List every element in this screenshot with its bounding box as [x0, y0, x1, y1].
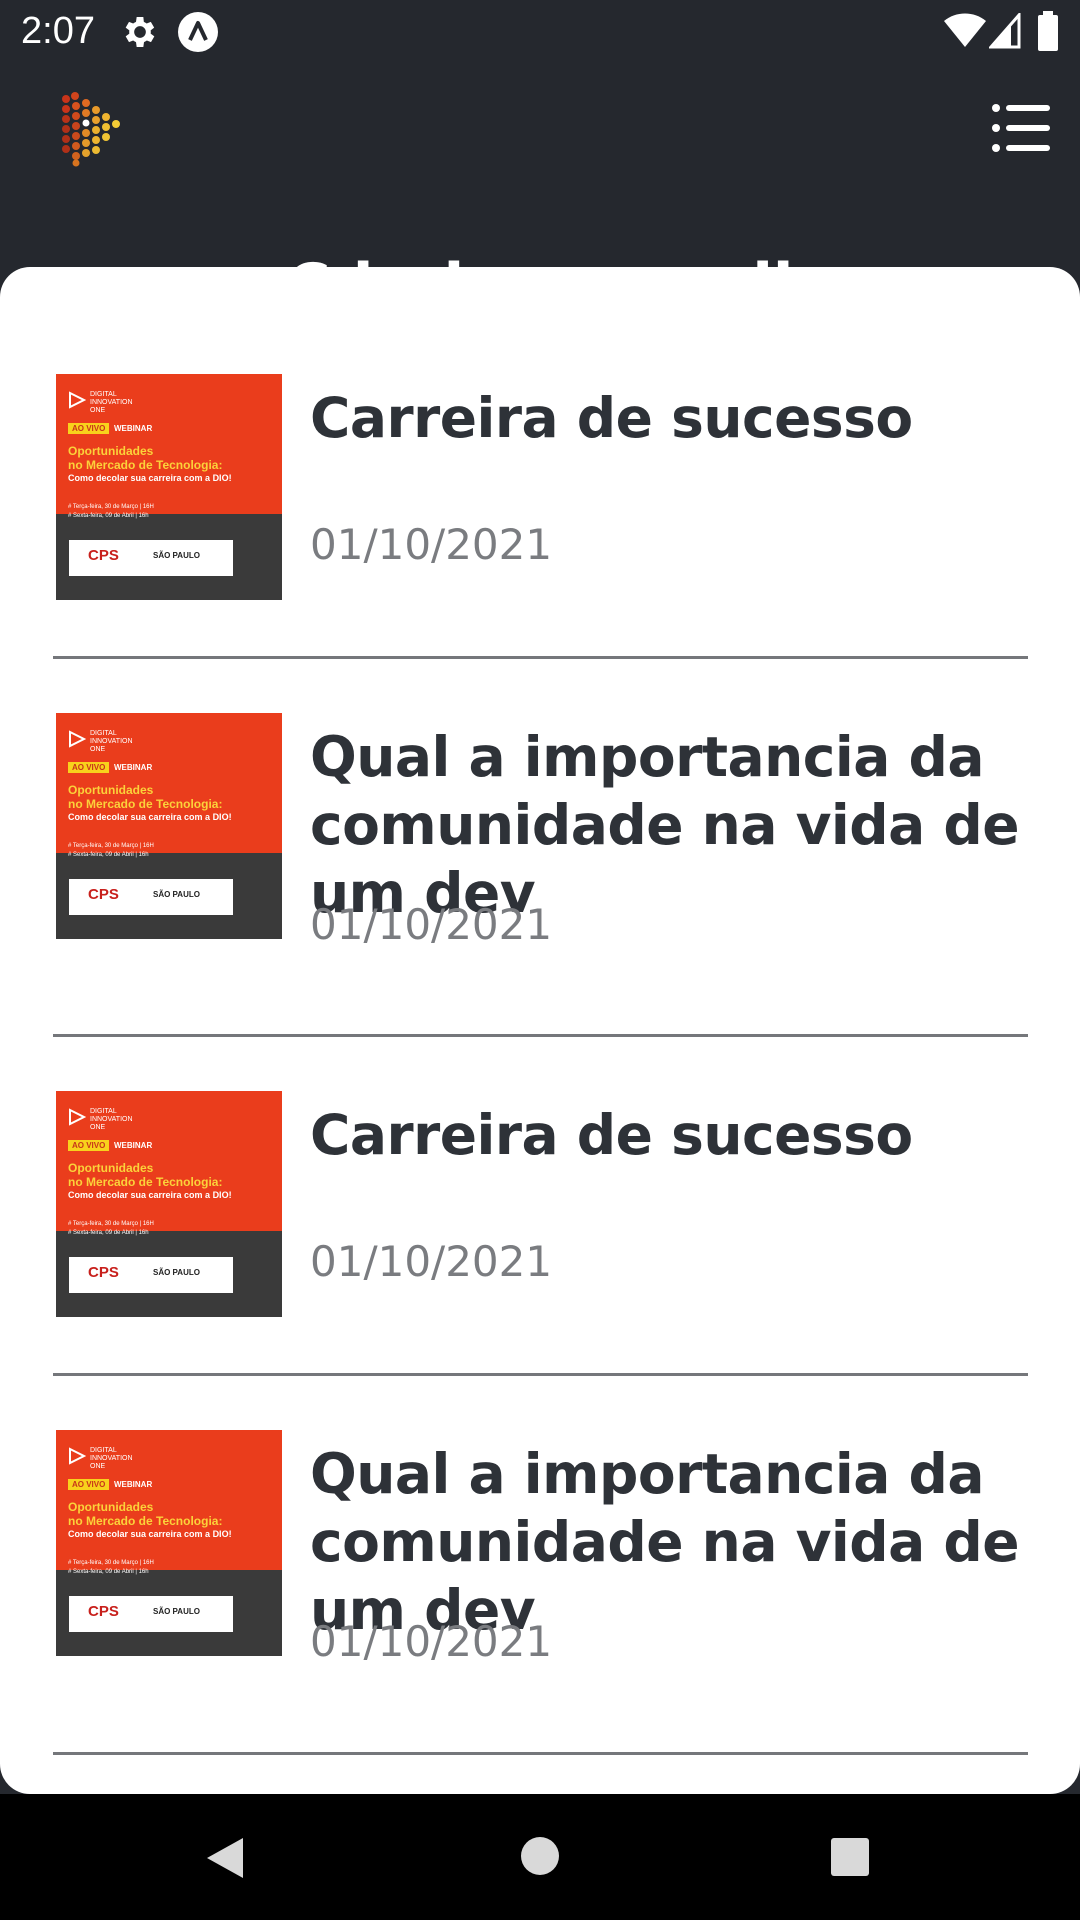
recents-icon[interactable]	[830, 1837, 870, 1877]
content-sheet: DIGITAL INNOVATION ONE AO VIVO WEBINAR O…	[0, 267, 1080, 1794]
thumb-subheading: Como decolar sua carreira com a DIO!	[68, 1529, 232, 1539]
item-date: 01/10/2021	[310, 1617, 553, 1666]
home-icon[interactable]	[520, 1836, 560, 1876]
thumb-subheading: Como decolar sua carreira com a DIO!	[68, 812, 232, 822]
list-item[interactable]: DIGITAL INNOVATION ONE AO VIVO WEBINAR O…	[53, 374, 1028, 605]
item-title: Qual a importancia da comunidade na vida…	[310, 725, 1020, 925]
battery-icon	[1038, 11, 1058, 51]
thumb-sponsors: CPS SÃO PAULO	[69, 1257, 233, 1293]
system-nav-bar	[0, 1794, 1080, 1920]
status-bar: 2:07	[0, 0, 1080, 63]
thumb-brand: DIGITAL INNOVATION ONE	[90, 1108, 133, 1131]
thumb-webinar: WEBINAR	[114, 424, 153, 433]
list-item[interactable]: DIGITAL INNOVATION ONE AO VIVO WEBINAR O…	[53, 1091, 1028, 1322]
webinar-thumbnail: DIGITAL INNOVATION ONE AO VIVO WEBINAR O…	[56, 713, 282, 939]
thumb-badge: AO VIVO	[68, 1479, 110, 1490]
gear-icon	[125, 17, 155, 47]
thumb-brand: DIGITAL INNOVATION ONE	[90, 730, 133, 753]
item-date: 01/10/2021	[310, 1237, 553, 1286]
item-title: Carreira de sucesso	[310, 1103, 913, 1167]
thumb-sponsors: CPS SÃO PAULO	[69, 879, 233, 915]
item-title: Carreira de sucesso	[310, 386, 913, 450]
thumb-dates: # Terça-feira, 30 de Março | 16H # Sexta…	[68, 504, 154, 519]
thumb-badge: AO VIVO	[68, 762, 110, 773]
thumb-heading: Oportunidades no Mercado de Tecnologia:	[68, 1500, 223, 1528]
thumb-dates: # Terça-feira, 30 de Março | 16H # Sexta…	[68, 1221, 154, 1236]
thumb-dates: # Terça-feira, 30 de Março | 16H # Sexta…	[68, 843, 154, 858]
thumb-badge: AO VIVO	[68, 1140, 110, 1151]
thumb-webinar: WEBINAR	[114, 1480, 153, 1489]
item-date: 01/10/2021	[310, 520, 553, 569]
thumb-sponsors: CPS SÃO PAULO	[69, 540, 233, 576]
thumb-webinar: WEBINAR	[114, 763, 153, 772]
thumb-sponsors: CPS SÃO PAULO	[69, 1596, 233, 1632]
dio-logo-icon	[69, 1108, 86, 1126]
thumb-brand: DIGITAL INNOVATION ONE	[90, 1447, 133, 1470]
menu-icon[interactable]	[992, 101, 1050, 155]
list-item[interactable]: DIGITAL INNOVATION ONE AO VIVO WEBINAR O…	[53, 1430, 1028, 1710]
thumb-dates: # Terça-feira, 30 de Março | 16H # Sexta…	[68, 1560, 154, 1575]
divider	[53, 1373, 1028, 1376]
webinar-thumbnail: DIGITAL INNOVATION ONE AO VIVO WEBINAR O…	[56, 1430, 282, 1656]
divider	[53, 1034, 1028, 1037]
thumb-heading: Oportunidades no Mercado de Tecnologia:	[68, 783, 223, 811]
webinar-thumbnail: DIGITAL INNOVATION ONE AO VIVO WEBINAR O…	[56, 374, 282, 600]
thumb-badge: AO VIVO	[68, 423, 110, 434]
thumb-subheading: Como decolar sua carreira com a DIO!	[68, 1190, 232, 1200]
thumb-brand: DIGITAL INNOVATION ONE	[90, 391, 133, 414]
thumb-heading: Oportunidades no Mercado de Tecnologia:	[68, 444, 223, 472]
list-item[interactable]: DIGITAL INNOVATION ONE AO VIVO WEBINAR O…	[53, 713, 1028, 993]
divider	[53, 1752, 1028, 1755]
app-logo-icon[interactable]	[58, 91, 128, 167]
status-time: 2:07	[21, 10, 95, 52]
item-title: Qual a importancia da comunidade na vida…	[310, 1442, 1020, 1642]
thumb-subheading: Como decolar sua carreira com a DIO!	[68, 473, 232, 483]
item-date: 01/10/2021	[310, 900, 553, 949]
signal-icon	[989, 13, 1021, 49]
thumb-heading: Oportunidades no Mercado de Tecnologia:	[68, 1161, 223, 1189]
app-screen: 2:07 DIGITAL INNOVATION ONE AO VIVO WEBI…	[0, 0, 1080, 1920]
wifi-icon	[944, 13, 986, 47]
dio-logo-icon	[69, 730, 86, 748]
app-header: Cdarian capudi	[0, 63, 1080, 321]
webinar-thumbnail: DIGITAL INNOVATION ONE AO VIVO WEBINAR O…	[56, 1091, 282, 1317]
back-icon[interactable]	[203, 1834, 247, 1882]
thumb-webinar: WEBINAR	[114, 1141, 153, 1150]
dio-logo-icon	[69, 391, 86, 409]
app-a-icon	[178, 12, 218, 52]
divider	[53, 656, 1028, 659]
dio-logo-icon	[69, 1447, 86, 1465]
